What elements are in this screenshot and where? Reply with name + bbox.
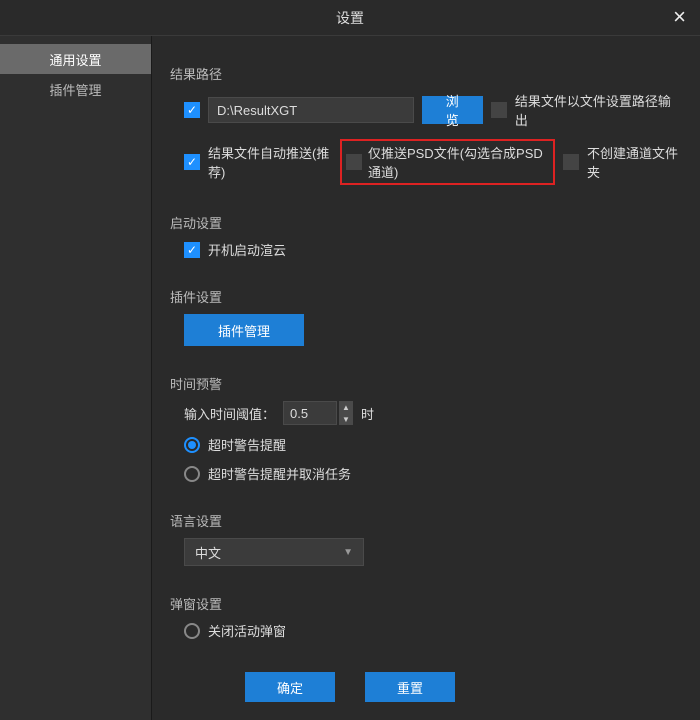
titlebar: 设置 ×: [0, 0, 700, 36]
window-title: 设置: [336, 8, 364, 28]
section-label: 时间预警: [170, 374, 680, 393]
plugin-manage-button[interactable]: 插件管理: [184, 314, 304, 346]
sidebar-item-general[interactable]: 通用设置: [0, 44, 151, 74]
language-select[interactable]: 中文 ▼: [184, 538, 364, 566]
section-result-path: 结果路径 浏览 结果文件以文件设置路径输出 结果文件自动推送(推荐) 仅推送PS…: [170, 64, 680, 195]
browse-button[interactable]: 浏览: [422, 96, 483, 124]
threshold-spinner[interactable]: ▲ ▼: [283, 401, 353, 425]
checkbox-label: 不创建通道文件夹: [587, 143, 680, 181]
threshold-input[interactable]: [283, 401, 337, 425]
checkbox-output-by-setting[interactable]: [491, 102, 507, 118]
reset-button[interactable]: 重置: [365, 672, 455, 702]
select-value: 中文: [195, 543, 221, 562]
checkbox-label: 结果文件自动推送(推荐): [208, 143, 332, 181]
radio-label: 超时警告提醒: [208, 435, 286, 454]
sidebar-item-label: 插件管理: [49, 80, 101, 99]
radio-label: 关闭活动弹窗: [208, 621, 286, 640]
section-label: 语言设置: [170, 511, 680, 530]
sidebar-item-plugin[interactable]: 插件管理: [0, 74, 151, 104]
section-startup: 启动设置 开机启动渲云: [170, 213, 680, 269]
checkbox-only-psd[interactable]: [346, 154, 362, 170]
main-panel: 结果路径 浏览 结果文件以文件设置路径输出 结果文件自动推送(推荐) 仅推送PS…: [152, 36, 700, 720]
highlight-only-psd: 仅推送PSD文件(勾选合成PSD通道): [340, 139, 555, 185]
checkbox-auto-start[interactable]: [184, 242, 200, 258]
section-label: 插件设置: [170, 287, 680, 306]
radio-warn-only[interactable]: [184, 437, 200, 453]
radio-close-popup[interactable]: [184, 623, 200, 639]
checkbox-label: 仅推送PSD文件(勾选合成PSD通道): [368, 143, 549, 181]
sidebar: 通用设置 插件管理: [0, 36, 152, 720]
sidebar-item-label: 通用设置: [49, 50, 101, 69]
ok-button[interactable]: 确定: [245, 672, 335, 702]
checkbox-label: 结果文件以文件设置路径输出: [515, 91, 680, 129]
close-icon[interactable]: ×: [673, 6, 686, 28]
chevron-down-icon: ▼: [343, 547, 353, 558]
footer-buttons: 确定 重置: [0, 672, 700, 702]
section-plugin: 插件设置 插件管理: [170, 287, 680, 356]
radio-label: 超时警告提醒并取消任务: [208, 464, 351, 483]
threshold-label: 输入时间阈值：: [184, 404, 275, 423]
section-label: 弹窗设置: [170, 594, 680, 613]
checkbox-path-enable[interactable]: [184, 102, 200, 118]
spinner-down-icon[interactable]: ▼: [339, 413, 353, 425]
radio-warn-cancel[interactable]: [184, 466, 200, 482]
result-path-input[interactable]: [208, 97, 414, 123]
checkbox-no-channel-folder[interactable]: [563, 154, 579, 170]
checkbox-auto-push[interactable]: [184, 154, 200, 170]
threshold-unit: 时: [361, 404, 374, 423]
section-label: 启动设置: [170, 213, 680, 232]
spinner-up-icon[interactable]: ▲: [339, 401, 353, 413]
section-time-warn: 时间预警 输入时间阈值： ▲ ▼ 时 超时警告提醒 超时警告提醒并取消任务: [170, 374, 680, 493]
section-popup: 弹窗设置 关闭活动弹窗: [170, 594, 680, 650]
section-label: 结果路径: [170, 64, 680, 83]
section-language: 语言设置 中文 ▼: [170, 511, 680, 576]
checkbox-label: 开机启动渲云: [208, 240, 286, 259]
